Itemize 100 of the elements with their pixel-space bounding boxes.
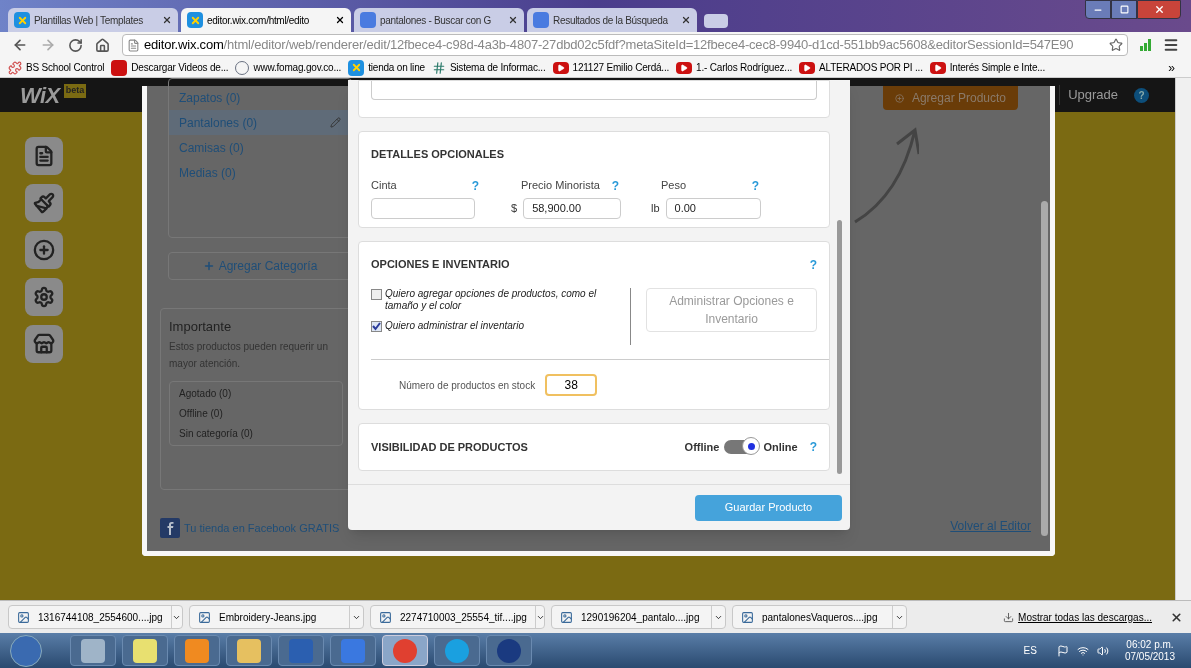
browser-tab[interactable]: pantalones - Buscar con G <box>354 8 524 32</box>
download-item[interactable]: pantalonesVaqueros....jpg <box>732 605 907 629</box>
toggle-label: Offline <box>684 439 720 455</box>
signal-bars-icon <box>1140 39 1151 51</box>
show-all-downloads-link[interactable]: Mostrar todas las descargas... <box>1018 609 1152 625</box>
image-file-icon <box>17 610 30 624</box>
taskbar-app-button[interactable] <box>226 635 272 666</box>
bookmark-link[interactable]: Interés Simple e Inte... <box>929 60 1045 75</box>
visibility-toggle[interactable] <box>724 440 759 454</box>
taskbar-app-button[interactable] <box>382 635 428 666</box>
close-icon[interactable] <box>162 15 172 25</box>
toggle-label: Online <box>763 439 798 455</box>
text-field[interactable] <box>371 81 817 100</box>
language-indicator[interactable]: ES <box>1023 643 1037 658</box>
taskbar-app-button[interactable] <box>70 635 116 666</box>
download-item[interactable]: 1316744108_2554600....jpg <box>8 605 183 629</box>
download-item[interactable]: 1290196204_pantalo....jpg <box>551 605 726 629</box>
tab-title: pantalones - Buscar con G <box>380 13 492 28</box>
more-bookmarks-button[interactable]: » <box>1168 58 1183 77</box>
new-tab-button[interactable] <box>704 14 728 28</box>
home-icon[interactable] <box>95 37 110 53</box>
volume-icon[interactable] <box>1096 644 1109 657</box>
brush-icon <box>33 192 55 214</box>
plus-icon <box>895 92 904 104</box>
bookmark-star-icon[interactable] <box>1109 38 1123 52</box>
beta-badge: beta <box>63 84 87 98</box>
bookmark-link[interactable]: Descargar Videos de... <box>111 59 229 76</box>
bookmark-link[interactable]: Sistema de Informac... <box>431 60 546 75</box>
field-label: Número de productos en stock <box>399 378 536 393</box>
editor-tool-button[interactable] <box>25 137 63 175</box>
download-name: Embroidery-Jeans.jpg <box>219 610 318 625</box>
reload-icon[interactable] <box>68 37 83 53</box>
play-icon <box>552 61 569 74</box>
text-field[interactable]: 58,900.00 <box>523 197 621 219</box>
tab-title: Plantillas Web | Templates <box>34 13 144 28</box>
bookmark-link[interactable]: ALTERADOS POR PI ... <box>799 60 923 75</box>
minimize-button[interactable] <box>1085 0 1111 19</box>
tab-title: editor.wix.com/html/edito <box>207 13 310 28</box>
wix-favicon-icon <box>14 12 30 28</box>
editor-tool-button[interactable] <box>25 184 63 222</box>
checkbox-label: Quiero administrar el inventario <box>385 320 524 332</box>
bookmark-link[interactable]: www.fomag.gov.co... <box>235 60 342 75</box>
field-label: Cinta <box>371 177 397 193</box>
download-item[interactable]: Embroidery-Jeans.jpg <box>189 605 364 629</box>
download-icon <box>1003 611 1015 623</box>
plus-icon <box>202 260 215 272</box>
editor-tool-button[interactable] <box>25 325 63 363</box>
check-icon <box>372 322 381 331</box>
flag-icon[interactable] <box>1056 644 1069 657</box>
taskbar-app-button[interactable] <box>486 635 532 666</box>
close-icon[interactable] <box>1170 610 1183 624</box>
play-icon <box>929 61 946 74</box>
close-icon[interactable] <box>335 15 345 25</box>
address-bar[interactable]: editor.wix.com/html/editor/web/renderer/edit/12fbece4-c98d-4a3b-4807-27dbd02c5fdf?metaSiteId=12fbece4-cec8-9940-d1cd-551bb9ac5608&editorSessionId=547E90 <box>122 34 1128 56</box>
bookmark-link[interactable]: 1.- Carlos Rodríguez... <box>676 60 793 75</box>
settings-icon <box>33 286 55 308</box>
checkbox[interactable] <box>371 289 382 300</box>
back-icon[interactable] <box>12 37 28 53</box>
bookmark-link[interactable]: BS School Control <box>8 60 105 75</box>
image-file-icon <box>379 610 392 624</box>
network-icon[interactable] <box>1076 644 1089 657</box>
maximize-icon <box>1119 5 1129 14</box>
facebook-icon <box>160 518 180 538</box>
maximize-button[interactable] <box>1111 0 1137 19</box>
clock[interactable]: 06:02 p.m. 07/05/2013 <box>1124 638 1175 663</box>
close-icon <box>1153 4 1165 15</box>
close-icon[interactable] <box>681 15 691 25</box>
unit-label: lb <box>651 200 660 216</box>
browser-tab[interactable]: editor.wix.com/html/edito <box>181 8 351 32</box>
start-button[interactable] <box>10 634 42 667</box>
field-label: Precio Minorista <box>521 177 600 193</box>
bookmark-link[interactable]: tienda on line <box>348 59 425 76</box>
help-button[interactable]: ? <box>1134 87 1149 103</box>
stock-field[interactable]: 38 <box>545 374 598 396</box>
browser-tab[interactable]: Plantillas Web | Templates <box>8 8 178 32</box>
editor-tool-button[interactable] <box>25 231 63 269</box>
checkbox[interactable] <box>371 321 382 332</box>
browser-tab[interactable]: Resultados de la Búsqueda <box>527 8 697 32</box>
close-icon[interactable] <box>508 15 518 25</box>
panel-title: Importante <box>169 318 233 336</box>
wix-logo: WiX <box>20 81 60 110</box>
close-window-button[interactable] <box>1137 0 1181 19</box>
bookmark-link[interactable]: 121127 Emilio Cerdá... <box>552 60 670 75</box>
menu-icon[interactable] <box>1163 37 1179 53</box>
field-label: Peso <box>661 177 687 193</box>
checkbox-label: Quiero agregar opciones de productos, como el tamaño y el color <box>385 288 598 312</box>
text-field[interactable]: 0.00 <box>665 197 761 219</box>
wix-favicon-icon <box>348 59 365 76</box>
download-name: 2274710003_25554_tif....jpg <box>400 610 527 625</box>
download-item[interactable]: 2274710003_25554_tif....jpg <box>370 605 545 629</box>
tab-title: Resultados de la Búsqueda <box>553 13 669 28</box>
upgrade-link[interactable]: Upgrade <box>1059 85 1118 105</box>
editor-tool-button[interactable] <box>25 278 63 316</box>
taskbar-app-button[interactable] <box>122 635 168 666</box>
text-field[interactable] <box>371 197 475 219</box>
wix-favicon-icon <box>187 12 203 28</box>
image-file-icon <box>741 610 754 624</box>
hash-icon <box>431 60 446 75</box>
section-title: DETALLES OPCIONALES <box>371 147 506 162</box>
page-icon <box>33 145 55 167</box>
